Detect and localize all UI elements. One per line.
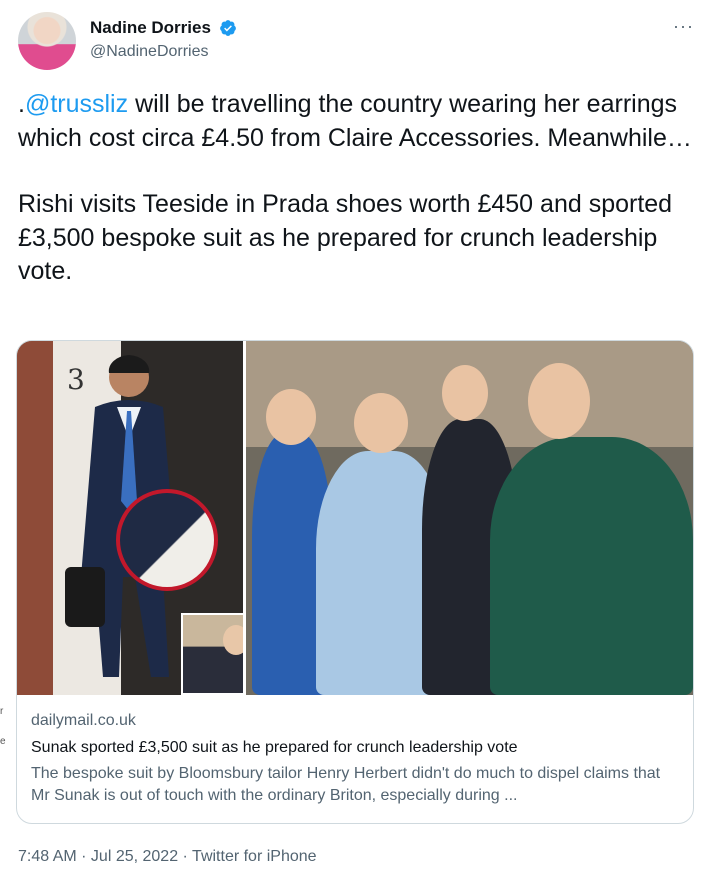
tweet-header: Nadine Dorries @NadineDorries ···: [18, 12, 694, 70]
tweet-time[interactable]: 7:48 AM: [18, 848, 77, 865]
mention-link[interactable]: @trussliz: [25, 90, 128, 118]
tweet-prefix: .: [18, 90, 25, 118]
card-image[interactable]: 3: [17, 341, 693, 695]
footer-separator-1: ·: [76, 848, 91, 865]
link-card[interactable]: 3 dailymail.co.uk Sunak sported £3,500 s…: [16, 340, 694, 824]
avatar[interactable]: [18, 12, 76, 70]
card-photo-left: 3: [17, 341, 301, 695]
card-meta[interactable]: dailymail.co.uk Sunak sported £3,500 sui…: [17, 695, 693, 807]
verified-badge-icon: [220, 19, 237, 36]
card-photo-right: [246, 341, 693, 695]
head-4: [528, 363, 590, 439]
author-display-name[interactable]: Nadine Dorries: [90, 17, 211, 38]
head-1: [266, 389, 316, 445]
head-3: [442, 365, 488, 421]
card-title[interactable]: Sunak sported £3,500 suit as he prepared…: [31, 737, 679, 759]
edge-fragment-1: r: [0, 706, 4, 717]
card-domain: dailymail.co.uk: [31, 712, 136, 729]
tweet-text: .@trussliz will be travelling the countr…: [18, 88, 694, 289]
tweet-paragraph-2: Rishi visits Teeside in Prada shoes wort…: [18, 190, 673, 285]
tweet-footer: 7:48 AM · Jul 25, 2022 · Twitter for iPh…: [18, 848, 317, 866]
more-options-icon[interactable]: ···: [673, 16, 694, 37]
footer-separator-2: ·: [178, 848, 193, 865]
circle-inset-detail: [116, 489, 218, 591]
author-name-row[interactable]: Nadine Dorries: [90, 17, 237, 38]
woman-green-dress: [490, 437, 693, 695]
head-2: [354, 393, 408, 453]
edge-fragment-2: e: [0, 736, 6, 747]
tweet-date[interactable]: Jul 25, 2022: [91, 848, 178, 865]
card-description: The bespoke suit by Bloomsbury tailor He…: [31, 765, 661, 804]
tweet-paragraph-1: .@trussliz will be travelling the countr…: [18, 88, 694, 155]
author-handle[interactable]: @NadineDorries: [90, 43, 209, 61]
tweet-source[interactable]: Twitter for iPhone: [192, 848, 317, 865]
